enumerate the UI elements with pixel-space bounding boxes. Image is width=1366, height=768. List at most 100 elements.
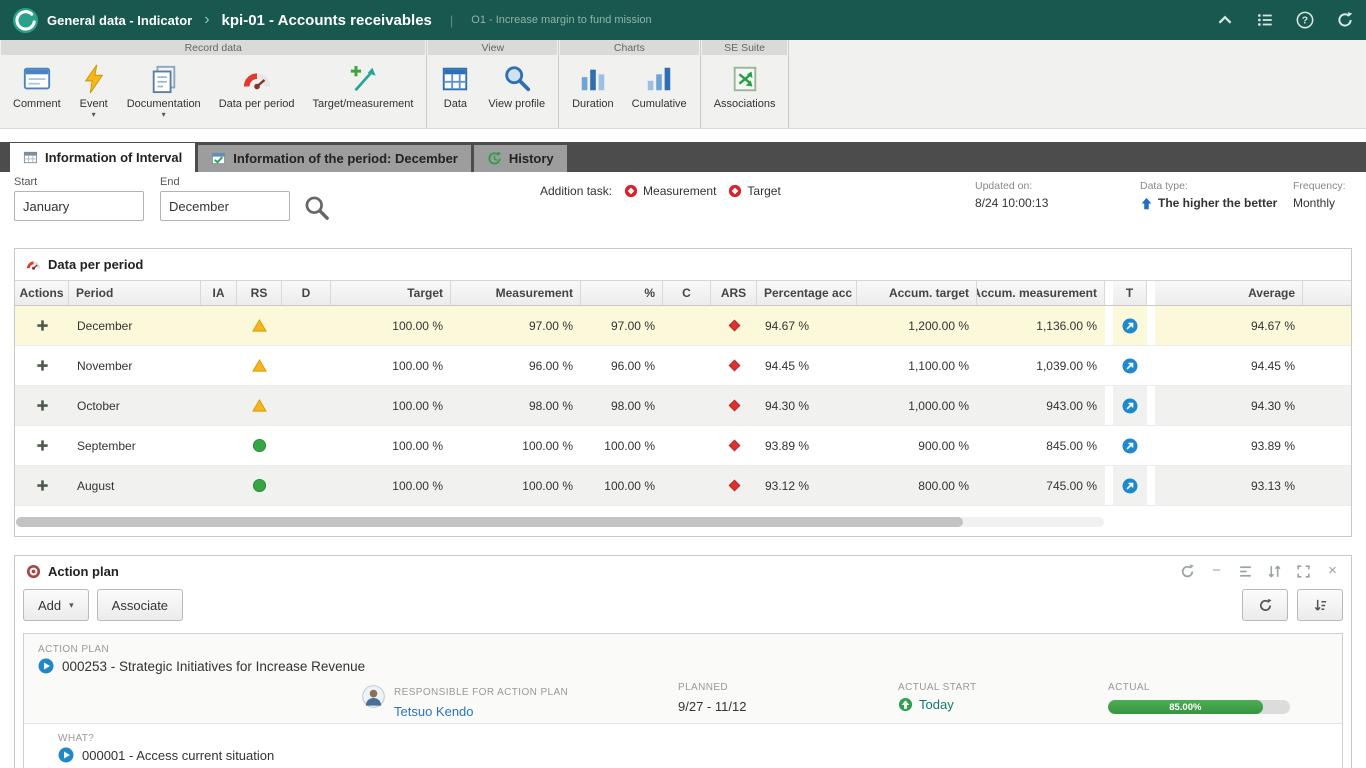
scrollbar-thumb[interactable] [16,517,963,527]
table-header-row: ActionsPeriodIARSDTargetMeasurement%CARS… [15,280,1351,306]
col-header-target[interactable]: Target [331,281,451,305]
col-header-accum_meas[interactable]: Accum. measurement [977,281,1105,305]
breadcrumb-section[interactable]: General data - Indicator [47,13,192,28]
target-task-icon [728,184,742,198]
frequency-value: Monthly [1293,196,1346,210]
ribbon-item-view-profile[interactable]: View profile [479,62,554,112]
list-icon[interactable] [1256,11,1274,29]
trend-link[interactable] [1122,358,1138,374]
help-icon[interactable]: ? [1296,11,1314,29]
refresh-icon[interactable] [1180,564,1195,579]
ribbon-group-label: View [428,40,557,55]
end-input[interactable] [160,191,290,221]
trend-link[interactable] [1122,438,1138,454]
col-header-accum_target[interactable]: Accum. target [857,281,977,305]
tab-information-of-interval[interactable]: Information of Interval [10,143,195,172]
col-header-pct_acc[interactable]: Percentage acc [757,281,857,305]
add-period-icon[interactable] [35,398,50,413]
col-header-pct[interactable]: % [581,281,663,305]
ribbon-item-data[interactable]: Data [431,62,479,112]
add-period-icon[interactable] [35,358,50,373]
sync-icon[interactable] [1336,11,1354,29]
ribbon-item-data-per-period[interactable]: Data per period [210,62,304,112]
col-header-period[interactable]: Period [69,281,201,305]
add-period-icon[interactable] [35,438,50,453]
play-icon[interactable] [38,658,54,674]
col-header-rs[interactable]: RS [237,281,282,305]
cell-actions [15,386,69,425]
start-label: Start [14,176,144,188]
addition-task-measurement[interactable]: Measurement [624,184,716,198]
cell-target: 100.00 % [331,466,451,505]
column-gap [1147,306,1155,345]
maximize-icon[interactable] [1296,564,1311,579]
play-icon[interactable] [58,747,74,763]
trend-link[interactable] [1122,318,1138,334]
ribbon-item-event[interactable]: Event▾ [70,62,118,121]
ribbon-group-charts: ChartsDurationCumulative [559,40,701,128]
ok-circle [252,438,267,453]
table-row-september: September100.00 %100.00 %100.00 %93.89 %… [15,426,1351,466]
warning-triangle [252,358,267,373]
avatar [362,685,385,708]
cell-measurement: 100.00 % [451,426,581,465]
ribbon-item-cumulative[interactable]: Cumulative [623,62,696,112]
addition-task: Addition task: Measurement Target [540,184,781,198]
col-header-measurement[interactable]: Measurement [451,281,581,305]
add-button[interactable]: Add ▾ [23,589,89,621]
data-type: Data type: The higher the better [1140,180,1277,210]
cell-ia [201,386,237,425]
export-icon[interactable] [1238,564,1253,579]
breadcrumb-chevron-icon: › [204,11,209,29]
filter-bar: Start End Addition task: Measurement Tar… [0,172,1366,240]
trend-link[interactable] [1122,478,1138,494]
sort-button[interactable] [1297,589,1343,621]
cell-accum_meas: 943.00 % [977,386,1105,425]
cell-pct_acc: 93.12 % [757,466,857,505]
ribbon-item-label: Comment [13,98,61,110]
reorder-icon[interactable] [1267,564,1282,579]
critical-diamond [727,398,742,413]
cell-rs [237,426,282,465]
cell-target: 100.00 % [331,386,451,425]
responsible-name-link[interactable]: Tetsuo Kendo [394,704,568,719]
associate-button[interactable]: Associate [97,589,183,621]
warning-triangle [252,398,267,413]
sort-icon [1313,598,1328,613]
start-input[interactable] [14,191,144,221]
ribbon-item-target-measurement[interactable]: Target/measurement [304,62,423,112]
tab-information-of-period[interactable]: Information of the period: December [198,145,471,172]
svg-text:?: ? [1302,16,1308,27]
updated-on-value: 8/24 10:00:13 [975,196,1048,210]
col-header-ia[interactable]: IA [201,281,237,305]
cell-pct_acc: 93.89 % [757,426,857,465]
col-header-d[interactable]: D [282,281,331,305]
search-icon[interactable] [303,194,330,221]
what-item: 000001 - Access current situation [82,748,274,763]
col-header-t[interactable]: T [1113,281,1147,305]
col-header-c[interactable]: C [663,281,711,305]
trend-link[interactable] [1122,398,1138,414]
col-header-actions[interactable]: Actions [15,281,69,305]
app-logo-icon [12,7,39,34]
collapse-up-icon[interactable] [1216,11,1234,29]
minimize-icon[interactable]: − [1209,564,1224,579]
table-row-december: December100.00 %97.00 %97.00 %94.67 %1,2… [15,306,1351,346]
ribbon-item-comment[interactable]: Comment [4,62,70,112]
ribbon-item-label: Duration [572,98,614,110]
breadcrumb-objective: O1 - Increase margin to fund mission [471,14,651,26]
ribbon-item-duration[interactable]: Duration [563,62,623,112]
ribbon-item-associations[interactable]: Associations [705,62,785,112]
add-period-icon[interactable] [35,478,50,493]
add-period-icon[interactable] [35,318,50,333]
col-header-ars[interactable]: ARS [711,281,757,305]
col-header-average[interactable]: Average [1155,281,1303,305]
tab-history[interactable]: History [474,145,567,172]
reload-button[interactable] [1242,589,1288,621]
cell-rs [237,386,282,425]
ribbon-item-documentation[interactable]: Documentation▾ [118,62,210,121]
addition-task-target[interactable]: Target [728,184,780,198]
close-icon[interactable]: × [1325,564,1340,579]
cell-spare [1303,426,1351,465]
end-label: End [160,176,290,188]
